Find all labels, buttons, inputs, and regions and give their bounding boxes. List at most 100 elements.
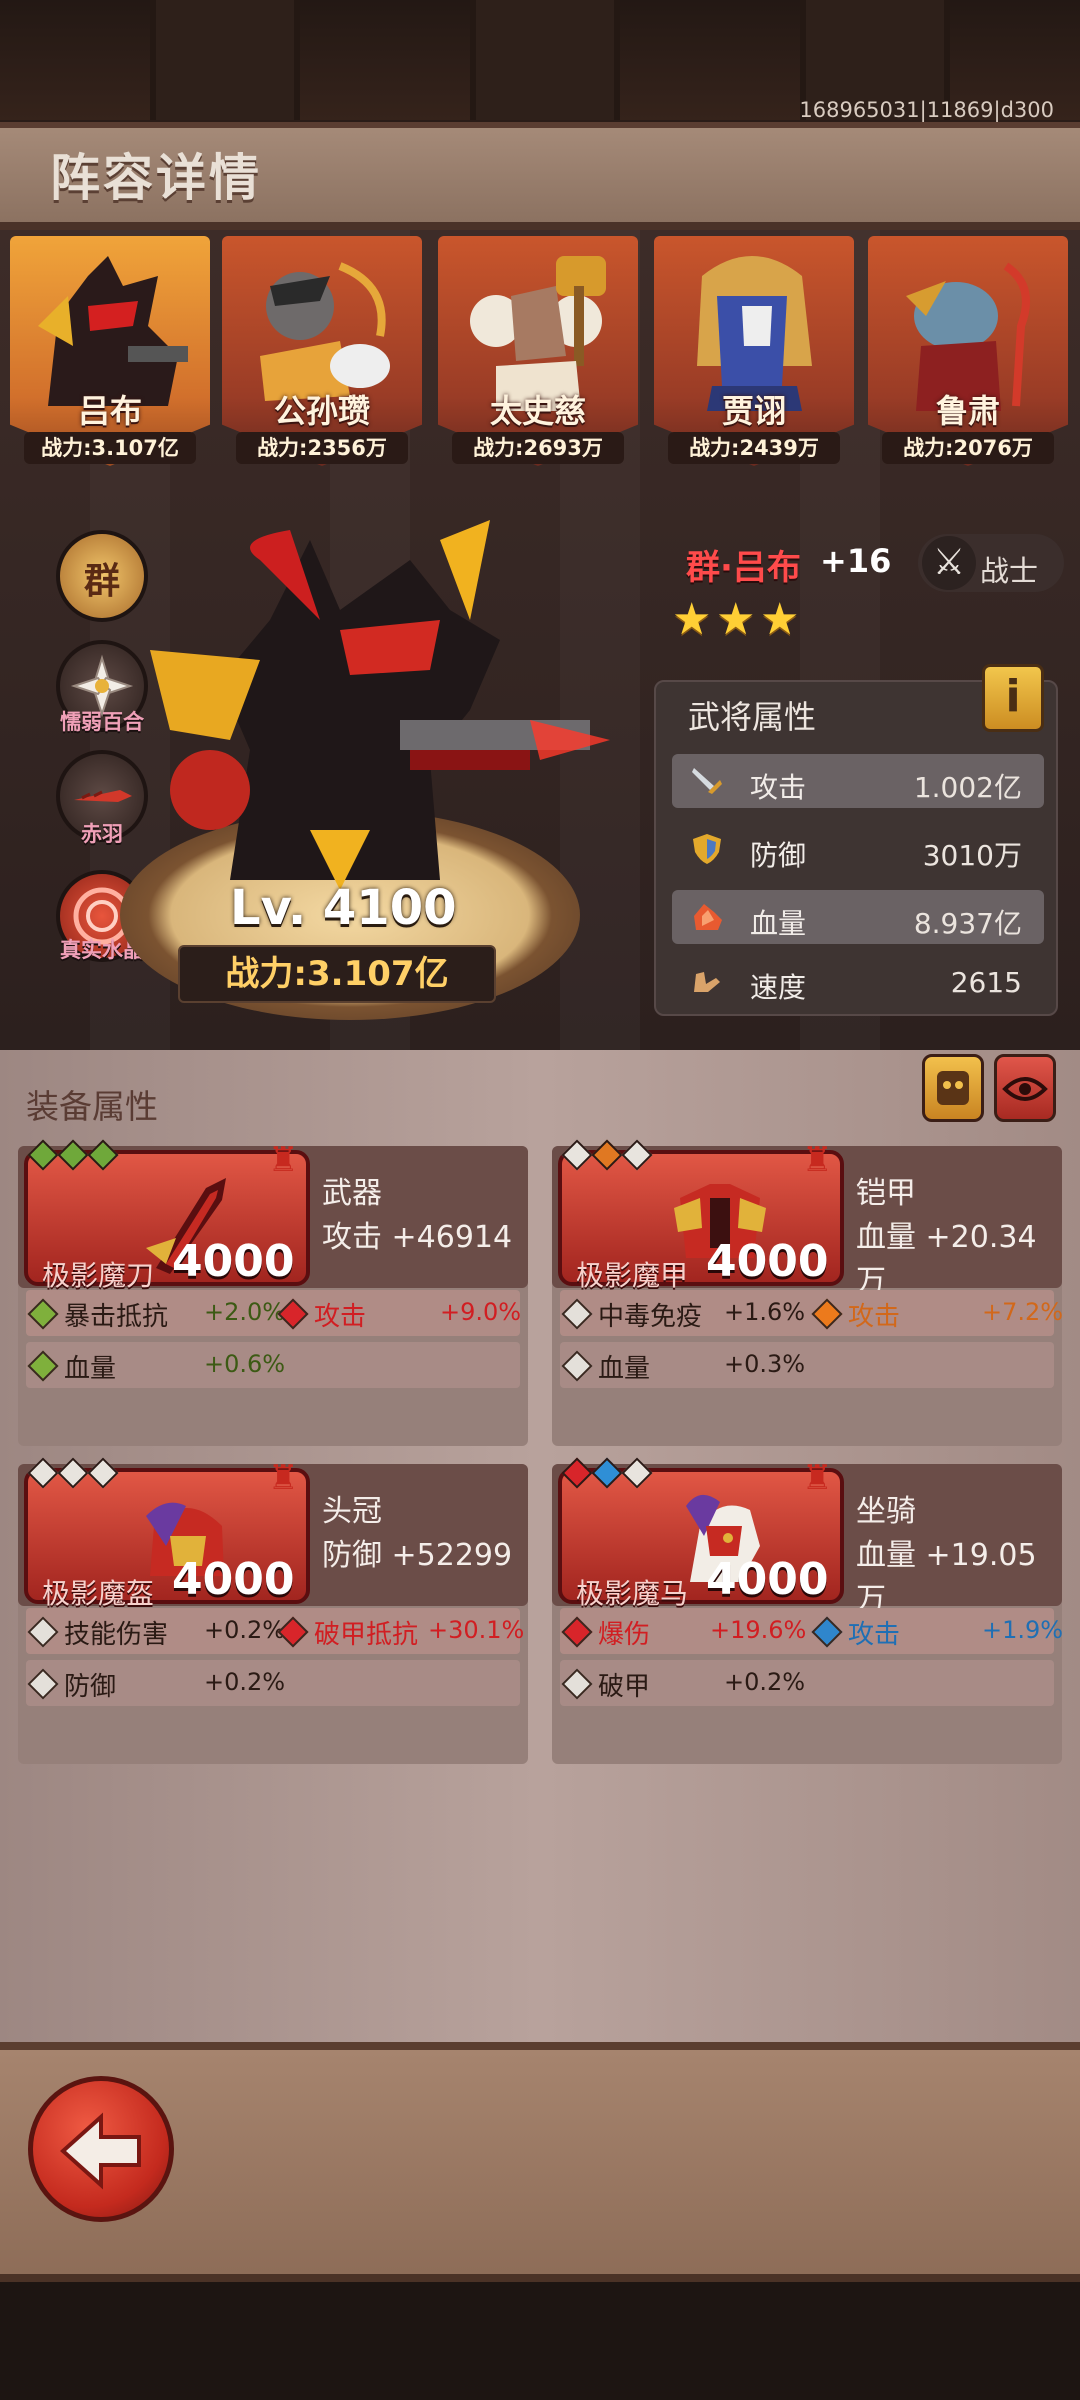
hero-star-rating: ★ ★ ★ xyxy=(672,598,804,642)
info-button[interactable]: i xyxy=(982,664,1044,732)
item-level: 4000 xyxy=(172,1236,295,1287)
equip-card-mount[interactable]: 极影魔马 4000 ♜ 坐骑 血量 +19.05万 爆伤 +19.6% 攻击 +1.… xyxy=(552,1457,1063,1764)
equip-card-armor[interactable]: 极影魔甲 4000 ♜ 铠甲 血量 +20.34万 中毒免疫 +1.6% 攻击 +7… xyxy=(552,1139,1063,1446)
gem-icon xyxy=(561,1668,593,1700)
sub-stat-value: +1.6% xyxy=(724,1298,806,1326)
sub-stat-row: 破甲 +0.2% xyxy=(560,1660,1054,1706)
gem-row xyxy=(27,1457,122,1489)
attr-label: 攻击 xyxy=(750,771,807,804)
boot-icon xyxy=(694,972,720,992)
sub-stat-name: 暴击抵抗 xyxy=(64,1302,169,1332)
equip-main-stat: 防御 +52299 xyxy=(322,1538,513,1573)
item-level: 4000 xyxy=(172,1554,295,1605)
sub-stat-name: 中毒免疫 xyxy=(598,1302,703,1332)
gem-icon xyxy=(561,1139,593,1171)
gem-icon xyxy=(57,1457,89,1489)
sub-stat-row: 血量 +0.3% xyxy=(560,1342,1054,1388)
sub-stat-row: 防御 +0.2% xyxy=(26,1660,520,1706)
attr-value: 3010万 xyxy=(922,839,1022,872)
gem-icon xyxy=(87,1457,119,1489)
sub-stat-row: 血量 +0.6% xyxy=(26,1342,520,1388)
roster-banner-gongsunzan[interactable]: 公孙瓒 战力:2356万 xyxy=(222,236,422,486)
attr-label: 血量 xyxy=(750,907,807,940)
roster-banner-lvbu[interactable]: 吕布 战力:3.107亿 xyxy=(10,236,210,486)
sub-stat: 攻击 +9.0% xyxy=(276,1296,522,1332)
attr-value: 2615 xyxy=(950,966,1022,999)
attr-label: 速度 xyxy=(750,971,807,1004)
eye-button[interactable] xyxy=(994,1054,1056,1122)
sub-stat-row: 技能伤害 +0.2% 破甲抵抗 +30.1% xyxy=(26,1608,524,1654)
roster-name: 鲁肃 xyxy=(935,392,1000,430)
gem-row xyxy=(561,1457,656,1489)
sub-stat-name: 攻击 xyxy=(848,1620,901,1650)
attr-value: 1.002亿 xyxy=(913,771,1022,804)
star-icon: ★ xyxy=(716,594,756,645)
sub-stat: 攻击 +1.9% xyxy=(810,1614,1063,1650)
attr-row-defense: 防御 3010万 xyxy=(672,822,1044,876)
item-level: 4000 xyxy=(706,1554,829,1605)
sub-stat-value: +19.6% xyxy=(710,1616,807,1644)
sub-stat-value: +30.1% xyxy=(428,1616,525,1644)
gem-icon xyxy=(27,1457,59,1489)
equipment-title: 装备属性 xyxy=(26,1087,158,1126)
sub-stat-name: 技能伤害 xyxy=(64,1620,169,1650)
gem-row xyxy=(27,1139,122,1171)
hero-level: Lv. 4100 xyxy=(230,880,457,936)
gem-icon xyxy=(561,1298,593,1330)
gem-icon xyxy=(27,1350,59,1382)
gem-icon xyxy=(277,1298,309,1330)
back-arrow-icon xyxy=(60,2112,141,2190)
equip-slot: 坐骑 xyxy=(856,1494,916,1529)
eye-icon xyxy=(1002,1077,1048,1101)
gem-icon xyxy=(561,1457,593,1489)
roster-banner-taishici[interactable]: 太史慈 战力:2693万 xyxy=(438,236,638,486)
bell-icon: ♜ xyxy=(802,1458,833,1498)
sub-stat-row: 中毒免疫 +1.6% 攻击 +7.2% xyxy=(560,1290,1063,1336)
hero-figure-lvbu xyxy=(150,520,610,890)
bottom-decor-strip xyxy=(0,2282,1080,2400)
roster-name: 太史慈 xyxy=(489,392,586,430)
hero-upgrade-plus: +16 xyxy=(820,542,892,580)
sub-stat-value: +1.9% xyxy=(982,1616,1064,1644)
roster-name: 吕布 xyxy=(77,392,142,430)
sub-stat: 破甲抵抗 +30.1% xyxy=(276,1614,524,1650)
gem-row xyxy=(561,1139,656,1171)
sub-stat-value: +2.0% xyxy=(204,1298,286,1326)
gem-icon xyxy=(27,1668,59,1700)
equip-card-helmet[interactable]: 极影魔盔 4000 ♜ 头冠 防御 +52299 技能伤害 +0.2% 破甲抵抗 +… xyxy=(18,1457,528,1764)
attr-row-attack: 攻击 1.002亿 xyxy=(672,754,1044,808)
gem-icon xyxy=(561,1616,593,1648)
gem-icon xyxy=(591,1139,623,1171)
gem-icon xyxy=(811,1298,843,1330)
attr-value: 8.937亿 xyxy=(913,907,1022,940)
roster-power: 战力:2356万 xyxy=(236,432,408,464)
gem-icon xyxy=(57,1139,89,1171)
sub-stat: 技能伤害 +0.2% xyxy=(26,1614,285,1650)
roster-name: 公孙瓒 xyxy=(273,392,370,430)
sub-stat-value: +0.6% xyxy=(204,1350,286,1378)
sub-stat-value: +0.2% xyxy=(724,1668,806,1696)
item-name: 极影魔刀 xyxy=(42,1259,155,1292)
hero-faction-name: 群·吕布 xyxy=(686,548,801,588)
equip-card-weapon[interactable]: 极影魔刀 4000 ♜ 武器 攻击 +46914 暴击抵抗 +2.0% 攻击 +9.… xyxy=(18,1139,528,1446)
item-name: 极影魔马 xyxy=(576,1577,689,1610)
sub-stat: 血量 +0.6% xyxy=(26,1348,285,1384)
equip-main-stat: 血量 +20.34万 xyxy=(856,1220,1037,1299)
build-id-label: 168965031|11869|d300 xyxy=(799,98,1054,122)
back-button[interactable] xyxy=(28,2076,174,2222)
item-name: 极影魔甲 xyxy=(576,1259,689,1292)
roster-name: 贾诩 xyxy=(721,392,786,430)
roster-power: 战力:3.107亿 xyxy=(24,432,196,464)
equip-slot: 武器 xyxy=(322,1176,382,1211)
class-label: 战士 xyxy=(980,554,1039,588)
attributes-title: 武将属性 xyxy=(688,698,817,736)
roster-banner-lusu[interactable]: 鲁肃 战力:2076万 xyxy=(868,236,1068,486)
gem-icon xyxy=(621,1457,653,1489)
sub-stat-value: +0.3% xyxy=(724,1350,806,1378)
mask-button[interactable] xyxy=(922,1054,984,1122)
equip-slot: 头冠 xyxy=(322,1494,382,1529)
sub-stat-name: 破甲 xyxy=(598,1672,651,1702)
roster-banner-jiaxu[interactable]: 贾诩 战力:2439万 xyxy=(654,236,854,486)
sub-stat-value: +9.0% xyxy=(440,1298,522,1326)
mask-icon xyxy=(937,1071,969,1105)
